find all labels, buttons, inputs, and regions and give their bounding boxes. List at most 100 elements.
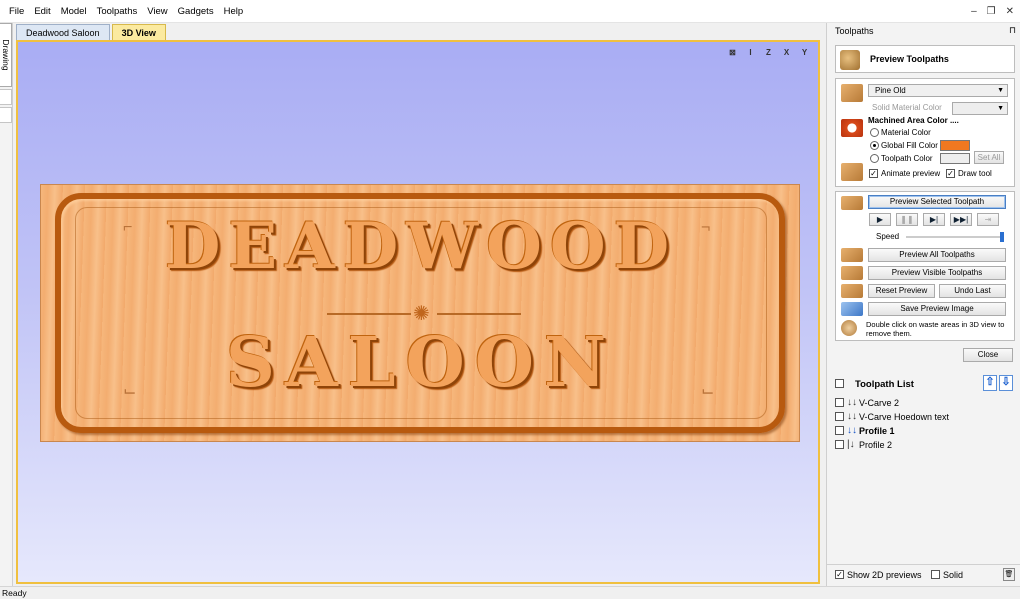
step-button[interactable]: ▶| (923, 213, 945, 226)
draw-tool-label: Draw tool (958, 169, 992, 178)
menu-view[interactable]: View (142, 0, 172, 23)
strip-button-1[interactable] (0, 89, 12, 105)
material-select[interactable]: Pine Old ▼ (868, 84, 1008, 97)
preview-selected-toolpath-button[interactable]: Preview Selected Toolpath (868, 195, 1006, 209)
toolpath-color-label: Toolpath Color (881, 154, 933, 163)
material-color-label: Material Color (881, 128, 931, 137)
menu-gadgets[interactable]: Gadgets (173, 0, 219, 23)
sign-text-line2: SALOON (225, 323, 617, 403)
global-fill-color-radio[interactable] (870, 141, 879, 150)
toolpaths-panel: Toolpaths ⊓ Preview Toolpaths Pine Old ▼… (826, 23, 1020, 586)
drawing-tab[interactable]: Drawing (0, 23, 12, 87)
preview-selected-icon (841, 196, 863, 210)
corner-flourish-icon: ¬ (701, 219, 711, 236)
drawing-tab-label: Drawing (1, 39, 11, 71)
undo-last-button[interactable]: Undo Last (939, 284, 1006, 298)
menu-edit[interactable]: Edit (29, 0, 55, 23)
toolpath-list-select-all-checkbox[interactable] (835, 379, 844, 388)
menu-help[interactable]: Help (219, 0, 249, 23)
preview-toolpaths-title: Preview Toolpaths (870, 54, 949, 64)
panel-title: Toolpaths (835, 26, 874, 36)
toolpath-visibility-checkbox[interactable] (835, 412, 844, 421)
set-all-button[interactable]: Set All (974, 151, 1004, 164)
preview-all-icon (841, 248, 863, 262)
draw-tool-checkbox[interactable]: ✓ (946, 169, 955, 178)
preview-visible-icon (841, 266, 863, 280)
zoom-extents-icon[interactable]: ⊠ (725, 46, 740, 60)
move-up-icon[interactable]: ⇧ (983, 375, 997, 391)
left-tab-strip: Drawing (0, 23, 13, 586)
toolpath-name: V-Carve Hoedown text (859, 412, 950, 422)
toolpath-name: V-Carve 2 (859, 398, 900, 408)
show-2d-previews-checkbox[interactable]: ✓ (835, 570, 844, 579)
material-icon (841, 84, 863, 102)
status-bar: Ready (0, 586, 1020, 599)
menu-toolpaths[interactable]: Toolpaths (92, 0, 143, 23)
sign-divider-right (437, 313, 521, 315)
menu-model[interactable]: Model (56, 0, 92, 23)
solid-material-color-label: Solid Material Color (872, 103, 942, 112)
panel-bottom-bar: ✓ Show 2D previews Solid 🗑 (827, 564, 1020, 584)
close-button[interactable]: Close (963, 348, 1013, 362)
animate-preview-checkbox[interactable]: ✓ (869, 169, 878, 178)
toolpath-visibility-checkbox[interactable] (835, 440, 844, 449)
menu-file[interactable]: File (4, 0, 29, 23)
toolpath-visibility-checkbox[interactable] (835, 398, 844, 407)
speed-slider-track[interactable] (906, 236, 1004, 238)
toolpath-list-title: Toolpath List (855, 379, 914, 390)
tab-deadwood-saloon[interactable]: Deadwood Saloon (16, 24, 110, 40)
toolpath-list-header: Toolpath List ⇧ ⇩ (835, 375, 1015, 393)
profile-icon: ↓↓ (847, 425, 857, 436)
save-image-icon (841, 302, 863, 316)
chevron-down-icon: ▼ (997, 105, 1004, 112)
trash-icon[interactable]: 🗑 (1003, 568, 1015, 581)
pin-icon[interactable]: ⊓ (1009, 25, 1016, 36)
global-fill-color-picker[interactable] (940, 140, 970, 151)
corner-flourish-icon: ⌙ (701, 383, 715, 400)
solid-color-picker[interactable]: ▼ (952, 102, 1008, 115)
x-view-icon[interactable]: X (779, 46, 794, 60)
toolpath-color-picker[interactable] (940, 153, 970, 164)
toolpath-item-profile-2[interactable]: |↓ Profile 2 (835, 438, 1015, 452)
corner-flourish-icon: ⌙ (123, 383, 137, 400)
animate-icon (841, 163, 863, 181)
document-tabs: Deadwood Saloon 3D View (16, 24, 168, 40)
preview-toolpaths-icon (840, 50, 860, 70)
window-controls: – ❐ ✕ (971, 0, 1014, 23)
v-carve-icon: ↓↓ (847, 397, 857, 408)
y-view-icon[interactable]: Y (797, 46, 812, 60)
profile-icon: |↓ (847, 439, 855, 450)
fast-forward-button[interactable]: ▶▶| (950, 213, 972, 226)
material-color-radio[interactable] (870, 128, 879, 137)
z-view-icon[interactable]: Z (761, 46, 776, 60)
toolpath-color-radio[interactable] (870, 154, 879, 163)
speed-label: Speed (876, 232, 900, 241)
preview-toolpaths-header: Preview Toolpaths (835, 45, 1015, 73)
preview-visible-toolpaths-button[interactable]: Preview Visible Toolpaths (868, 266, 1006, 280)
solid-checkbox[interactable] (931, 570, 940, 579)
material-settings-box: Pine Old ▼ Solid Material Color ▼ Machin… (835, 78, 1015, 187)
tab-3d-view[interactable]: 3D View (111, 24, 166, 40)
machined-area-label: Machined Area Color .... (868, 116, 959, 125)
minimize-icon[interactable]: – (971, 6, 977, 17)
toolpath-visibility-checkbox[interactable] (835, 426, 844, 435)
restore-icon[interactable]: ❐ (987, 6, 996, 17)
reset-preview-button[interactable]: Reset Preview (868, 284, 935, 298)
close-icon[interactable]: ✕ (1006, 6, 1014, 17)
preview-all-toolpaths-button[interactable]: Preview All Toolpaths (868, 248, 1006, 262)
iso-view-icon[interactable]: I (743, 46, 758, 60)
3d-viewport[interactable]: ⊠ I Z X Y DEADWOOD ✺ SALOON ⌐ ¬ ⌙ ⌙ (16, 40, 820, 584)
stop-button[interactable]: ⇥ (977, 213, 999, 226)
toolpath-item-profile-1[interactable]: ↓↓ Profile 1 (835, 424, 1015, 438)
save-preview-image-button[interactable]: Save Preview Image (868, 302, 1006, 316)
animate-preview-label: Animate preview (881, 169, 941, 178)
speed-slider-thumb[interactable] (1000, 232, 1005, 242)
machined-area-icon (841, 119, 863, 137)
move-down-icon[interactable]: ⇩ (999, 375, 1013, 391)
strip-button-2[interactable] (0, 107, 12, 123)
toolpath-item-v-carve-2[interactable]: ↓↓ V-Carve 2 (835, 396, 1015, 410)
play-button[interactable]: ▶ (869, 213, 891, 226)
show-2d-previews-label: Show 2D previews (847, 570, 922, 580)
pause-button[interactable]: ❚❚ (896, 213, 918, 226)
toolpath-item-v-carve-hoedown-text[interactable]: ↓↓ V-Carve Hoedown text (835, 410, 1015, 424)
